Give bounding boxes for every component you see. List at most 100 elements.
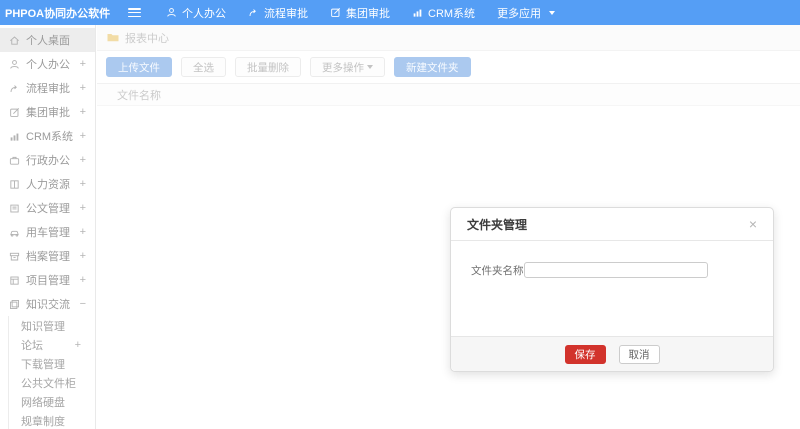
app-logo: PHPOA协同办公软件 (5, 7, 111, 20)
sidebar-subitem-rules[interactable]: 规章制度 (9, 411, 95, 429)
top-nav-personal-office[interactable]: 个人办公 (155, 0, 237, 25)
sidebar-item-label: 个人办公 (26, 59, 70, 71)
sidebar-subitem-public-file-cabinet[interactable]: 公共文件柜 (9, 373, 95, 392)
file-table-header: 文件名称 (97, 83, 800, 106)
sidebar-item-label: 集团审批 (26, 107, 70, 119)
sidebar: 个人桌面 个人办公 + 流程审批 + 集团审批 + CRM系统 + 行政办公 +… (0, 25, 96, 429)
sidebar-item-desktop[interactable]: 个人桌面 (0, 28, 95, 52)
sidebar-subitem-label: 知识管理 (21, 320, 65, 333)
sidebar-item-label: 项目管理 (26, 275, 70, 287)
top-bar: PHPOA协同办公软件 个人办公 流程审批 集团审批 CRM系统 更多应用 (0, 0, 800, 25)
sidebar-item-label: 个人桌面 (26, 35, 70, 47)
batch-delete-button[interactable]: 批量删除 (235, 57, 301, 77)
sidebar-subitem-download-mgmt[interactable]: 下载管理 (9, 354, 95, 373)
top-nav-label: CRM系统 (428, 7, 476, 20)
new-folder-button[interactable]: 新建文件夹 (394, 57, 471, 77)
sidebar-item-hr[interactable]: 人力资源 + (0, 172, 95, 196)
sidebar-subitem-label: 规章制度 (21, 415, 65, 428)
edit-icon (330, 7, 341, 18)
sidebar-item-label: 档案管理 (26, 251, 70, 263)
sidebar-subitem-forum[interactable]: 论坛 + (9, 335, 95, 354)
button-label: 取消 (628, 348, 650, 361)
file-name-column-header: 文件名称 (117, 89, 161, 102)
sidebar-item-label: 公文管理 (26, 203, 70, 215)
chart-icon (412, 7, 423, 18)
dialog-footer: 保存 取消 (451, 336, 773, 371)
expand-plus-icon[interactable]: + (80, 178, 86, 190)
top-nav-label: 流程审批 (264, 7, 308, 20)
sidebar-subitem-network-disk[interactable]: 网络硬盘 (9, 392, 95, 411)
home-icon (9, 35, 20, 46)
sidebar-item-document-mgmt[interactable]: 公文管理 + (0, 196, 95, 220)
expand-plus-icon[interactable]: + (80, 154, 86, 166)
top-nav-label: 个人办公 (182, 7, 226, 20)
folder-name-label: 文件夹名称 (471, 264, 524, 277)
dialog-header: 文件夹管理 × (451, 208, 773, 241)
book-icon (9, 179, 20, 190)
sidebar-item-label: CRM系统 (26, 131, 74, 143)
car-icon (9, 227, 20, 238)
top-nav-more-apps[interactable]: 更多应用 (486, 0, 566, 25)
collapse-minus-icon[interactable]: − (80, 298, 86, 310)
dialog-title: 文件夹管理 (467, 217, 528, 232)
expand-plus-icon[interactable]: + (80, 250, 86, 262)
close-icon[interactable]: × (749, 217, 757, 231)
briefcase-icon (9, 155, 20, 166)
sidebar-item-group-approval[interactable]: 集团审批 + (0, 100, 95, 124)
layers-icon (9, 299, 20, 310)
folder-name-row: 文件夹名称 (451, 262, 773, 278)
sidebar-item-vehicle-mgmt[interactable]: 用车管理 + (0, 220, 95, 244)
top-nav-crm[interactable]: CRM系统 (401, 0, 486, 25)
sidebar-item-archive-mgmt[interactable]: 档案管理 + (0, 244, 95, 268)
archive-icon (9, 251, 20, 262)
sidebar-item-label: 用车管理 (26, 227, 70, 239)
expand-plus-icon[interactable]: + (80, 226, 86, 238)
user-icon (166, 7, 177, 18)
folder-management-dialog: 文件夹管理 × 文件夹名称 保存 取消 (450, 207, 774, 372)
top-nav-group-approval[interactable]: 集团审批 (319, 0, 401, 25)
sidebar-subitem-label: 公共文件柜 (21, 377, 76, 390)
expand-plus-icon[interactable]: + (75, 339, 81, 351)
folder-name-input[interactable] (524, 262, 708, 278)
expand-plus-icon[interactable]: + (80, 130, 86, 142)
sidebar-subitem-label: 论坛 (21, 339, 43, 352)
sidebar-item-knowledge-exchange[interactable]: 知识交流 − (0, 292, 95, 316)
top-nav: 个人办公 流程审批 集团审批 CRM系统 更多应用 (155, 0, 566, 25)
chart-icon (9, 131, 20, 142)
expand-plus-icon[interactable]: + (80, 202, 86, 214)
sidebar-subitem-label: 网络硬盘 (21, 396, 65, 409)
sidebar-item-project-mgmt[interactable]: 项目管理 + (0, 268, 95, 292)
file-toolbar: 上传文件 全选 批量删除 更多操作 新建文件夹 (97, 51, 800, 77)
more-actions-button[interactable]: 更多操作 (310, 57, 385, 77)
sidebar-item-label: 流程审批 (26, 83, 70, 95)
sidebar-item-label: 知识交流 (26, 299, 70, 311)
expand-plus-icon[interactable]: + (80, 106, 86, 118)
expand-plus-icon[interactable]: + (80, 82, 86, 94)
expand-plus-icon[interactable]: + (80, 58, 86, 70)
project-icon (9, 275, 20, 286)
button-label: 新建文件夹 (406, 61, 459, 74)
sidebar-item-crm[interactable]: CRM系统 + (0, 124, 95, 148)
button-label: 保存 (574, 348, 596, 361)
sidebar-item-admin-office[interactable]: 行政办公 + (0, 148, 95, 172)
upload-file-button[interactable]: 上传文件 (106, 57, 172, 77)
top-nav-label: 更多应用 (497, 7, 542, 20)
menu-toggle-icon[interactable] (128, 8, 141, 17)
sidebar-item-process-approval[interactable]: 流程审批 + (0, 76, 95, 100)
expand-plus-icon[interactable]: + (80, 274, 86, 286)
edit-icon (9, 107, 20, 118)
save-button[interactable]: 保存 (564, 344, 606, 364)
sidebar-submenu-knowledge: 知识管理 论坛 + 下载管理 公共文件柜 网络硬盘 规章制度 (8, 316, 95, 429)
breadcrumb-report-center[interactable]: 报表中心 (125, 30, 169, 46)
sidebar-item-label: 行政办公 (26, 155, 70, 167)
sidebar-subitem-knowledge-mgmt[interactable]: 知识管理 (9, 316, 95, 335)
top-nav-process-approval[interactable]: 流程审批 (237, 0, 319, 25)
select-all-button[interactable]: 全选 (181, 57, 226, 77)
dialog-body: 文件夹名称 (451, 241, 773, 336)
cancel-button[interactable]: 取消 (618, 344, 660, 364)
top-nav-label: 集团审批 (346, 7, 390, 20)
document-icon (9, 203, 20, 214)
sidebar-item-label: 人力资源 (26, 179, 70, 191)
sidebar-item-personal-office[interactable]: 个人办公 + (0, 52, 95, 76)
button-label: 更多操作 (322, 61, 364, 74)
